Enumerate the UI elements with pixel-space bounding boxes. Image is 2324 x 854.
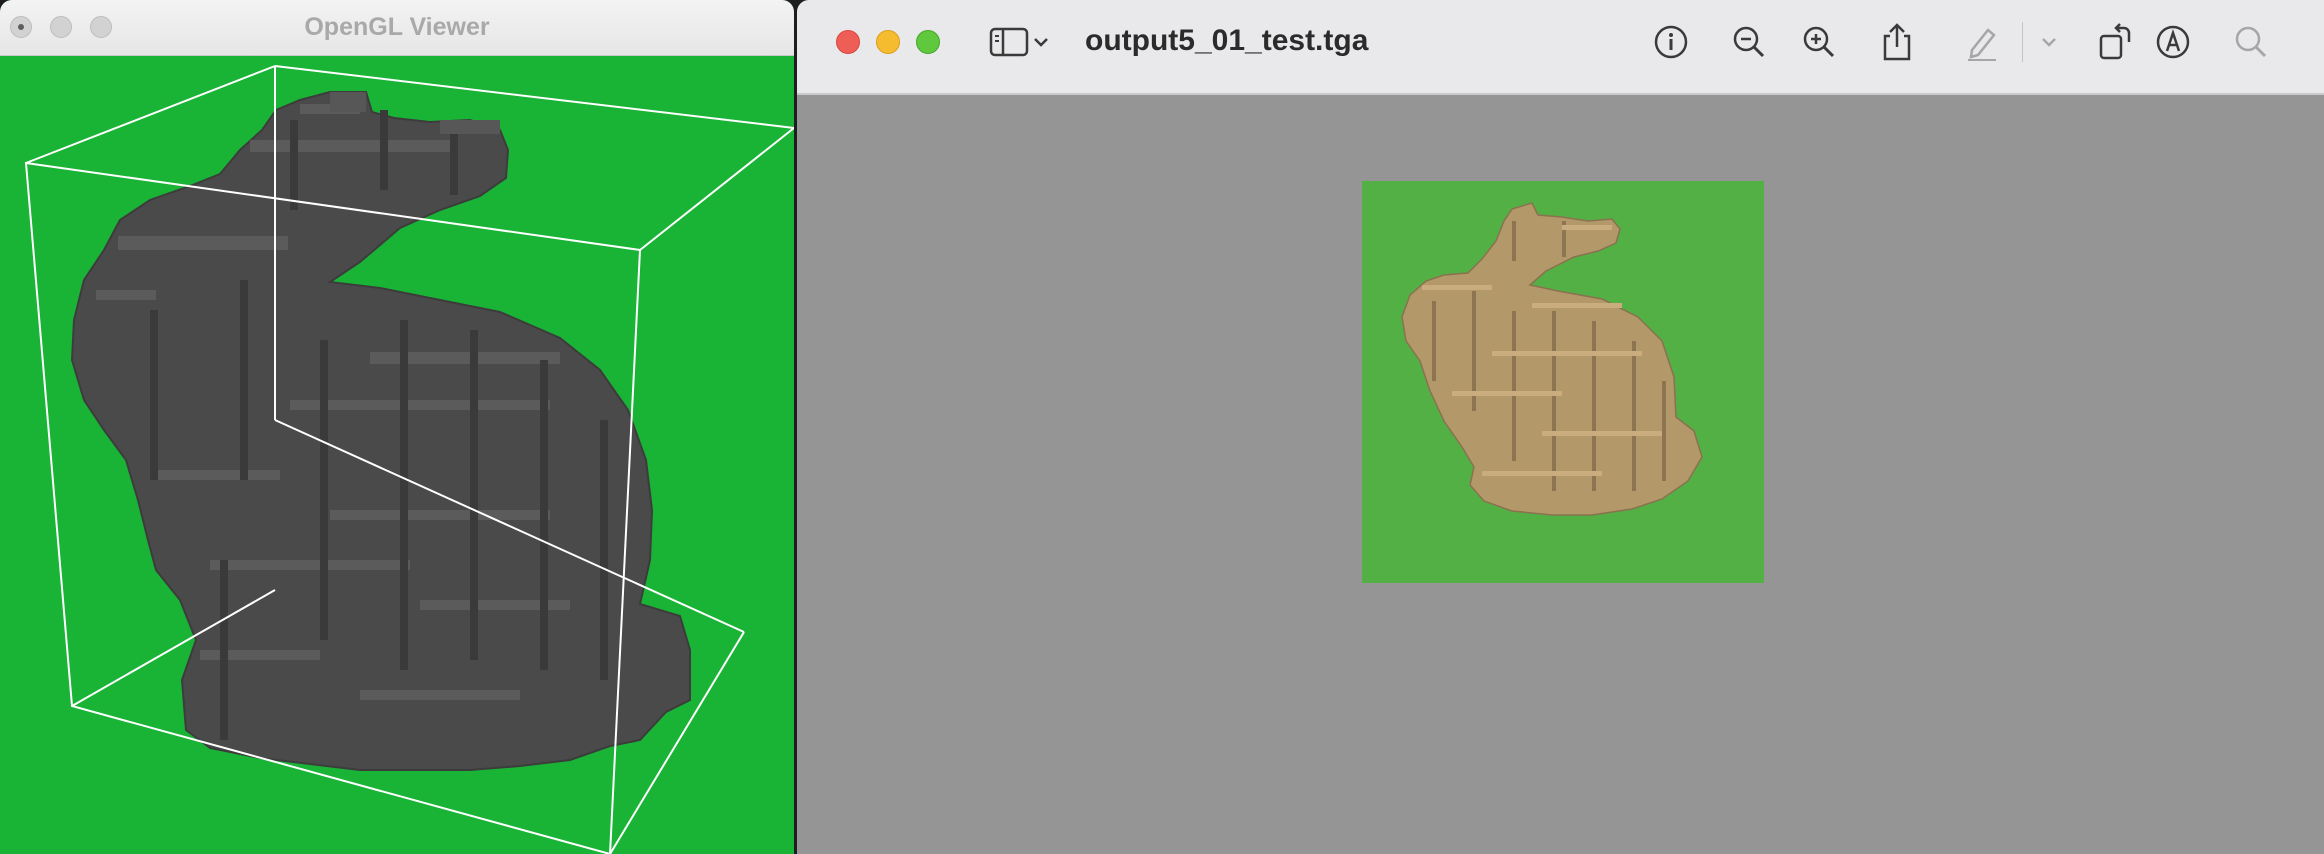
voxel-bunny-model bbox=[70, 91, 691, 771]
opengl-viewer-window: OpenGL Viewer bbox=[0, 0, 794, 854]
opengl-titlebar: OpenGL Viewer bbox=[0, 0, 794, 56]
zoom-out-button[interactable] bbox=[1727, 20, 1771, 64]
window-title: OpenGL Viewer bbox=[304, 13, 490, 41]
info-button[interactable] bbox=[1649, 20, 1693, 64]
opengl-render-viewport[interactable] bbox=[0, 56, 794, 854]
chevron-down-icon bbox=[2042, 38, 2056, 47]
sidebar-toggle-button[interactable] bbox=[987, 20, 1031, 64]
search-button[interactable] bbox=[2229, 20, 2273, 64]
zoom-in-button[interactable] bbox=[1797, 20, 1841, 64]
rendered-image bbox=[1362, 181, 1764, 583]
info-icon bbox=[1654, 25, 1688, 59]
markup-menu-button[interactable] bbox=[2035, 20, 2063, 64]
preview-window: output5_01_test.tga bbox=[797, 0, 2324, 854]
share-button[interactable] bbox=[1875, 20, 1919, 64]
tan-voxel-bunny-image bbox=[1401, 202, 1703, 516]
chevron-down-icon bbox=[1034, 38, 1048, 47]
document-title: output5_01_test.tga bbox=[1085, 24, 1369, 57]
fullscreen-button[interactable] bbox=[916, 30, 940, 54]
toolbar-separator bbox=[2022, 22, 2023, 62]
rotate-icon bbox=[2099, 23, 2131, 60]
close-button[interactable] bbox=[836, 30, 860, 54]
annotate-button[interactable] bbox=[2151, 20, 2195, 64]
annotate-icon bbox=[2156, 25, 2190, 59]
view-menu-button[interactable] bbox=[1029, 20, 1053, 64]
preview-toolbar: output5_01_test.tga bbox=[797, 0, 2324, 95]
minimize-button[interactable] bbox=[876, 30, 900, 54]
markup-pen-icon bbox=[1968, 28, 1996, 61]
rotate-button[interactable] bbox=[2093, 20, 2137, 64]
zoom-out-icon bbox=[1733, 26, 1765, 58]
share-icon bbox=[1883, 23, 1911, 61]
zoom-in-icon bbox=[1803, 26, 1835, 58]
markup-button[interactable] bbox=[1960, 20, 2004, 64]
search-icon bbox=[2235, 26, 2267, 58]
sidebar-icon bbox=[989, 27, 1029, 57]
